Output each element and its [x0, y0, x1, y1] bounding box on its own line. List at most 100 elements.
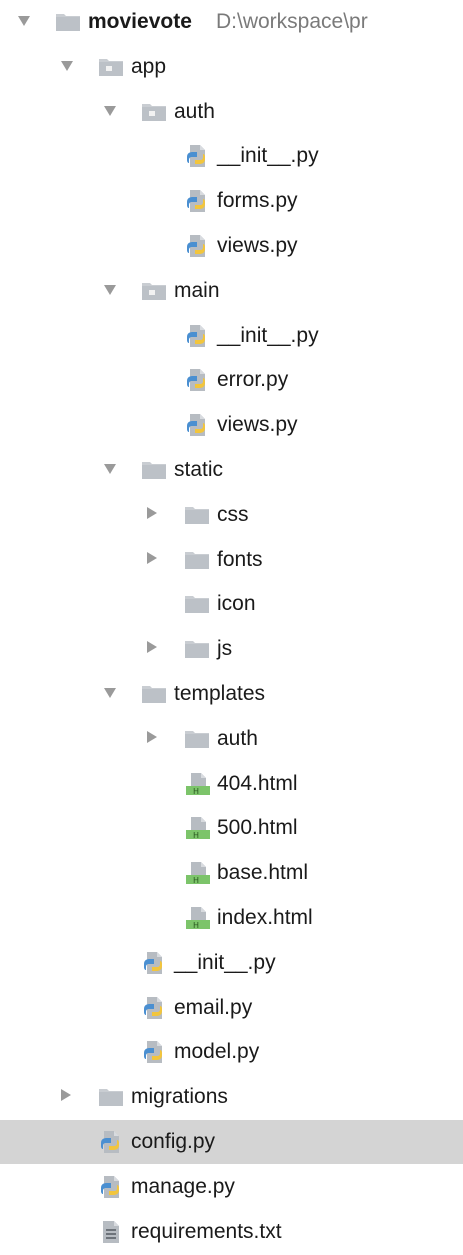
tree-row[interactable]: auth	[0, 90, 463, 134]
tree-item-label: model.py	[174, 1040, 260, 1064]
chevron-down-icon[interactable]	[61, 60, 73, 71]
tree-row[interactable]: app	[0, 45, 463, 89]
tree-row[interactable]: templates	[0, 672, 463, 716]
tree-item-label: 404.html	[217, 771, 298, 795]
tree-item-label: config.py	[131, 1130, 216, 1153]
tree-row[interactable]: model.py	[0, 1030, 463, 1074]
tree-row[interactable]: static	[0, 448, 463, 492]
tree-item-label: manage.py	[131, 1174, 235, 1198]
tree-row[interactable]: views.py	[0, 403, 463, 447]
chevron-down-icon[interactable]	[104, 284, 116, 295]
project-path: D:\workspace\pr	[216, 10, 368, 33]
html-file-icon: H	[184, 816, 210, 840]
tree-row[interactable]: movievote D:\workspace\pr	[0, 0, 463, 44]
tree-item-label: 500.html	[217, 816, 298, 840]
tree-row[interactable]: migrations	[0, 1075, 463, 1119]
chevron-right-icon[interactable]	[61, 1089, 71, 1102]
folder-icon	[55, 10, 81, 34]
tree-item-label: js	[217, 637, 233, 661]
tree-item-label: error.py	[217, 368, 289, 392]
tree-item-label: migrations	[131, 1085, 228, 1109]
folder-icon	[184, 503, 210, 527]
python-file-icon	[98, 1130, 124, 1154]
chevron-down-icon[interactable]	[104, 464, 116, 474]
tree-item-label: app	[131, 54, 167, 78]
chevron-down-icon[interactable]	[104, 688, 116, 698]
python-file-icon	[141, 1040, 167, 1064]
tree-item-label: __init__.py	[174, 950, 276, 974]
html-file-icon: H	[184, 861, 210, 885]
chevron-right-icon[interactable]	[147, 506, 157, 519]
package-folder-icon	[141, 279, 167, 303]
folder-icon	[184, 592, 210, 616]
svg-text:H: H	[193, 831, 199, 840]
tree-item-label: requirements.txt	[131, 1219, 282, 1243]
folder-icon	[98, 1085, 124, 1109]
html-file-icon: H	[184, 772, 210, 796]
tree-item-label: email.py	[174, 995, 253, 1019]
tree-item-label: static	[174, 458, 224, 481]
tree-row[interactable]: icon	[0, 582, 463, 626]
html-file-icon: H	[184, 906, 210, 930]
tree-row[interactable]: __init__.py	[0, 941, 463, 985]
tree-row[interactable]: H 404.html	[0, 762, 463, 806]
python-file-icon	[184, 368, 210, 392]
python-file-icon	[184, 234, 210, 258]
tree-item-label: icon	[217, 592, 256, 616]
tree-item-label: css	[217, 502, 249, 526]
folder-icon	[184, 727, 210, 751]
tree-row[interactable]: __init__.py	[0, 134, 463, 178]
folder-icon	[141, 682, 167, 706]
tree-item-label: templates	[174, 682, 266, 705]
folder-icon	[184, 637, 210, 661]
tree-item-label: main	[174, 278, 220, 302]
tree-row[interactable]: views.py	[0, 224, 463, 268]
chevron-down-icon[interactable]	[104, 105, 116, 116]
project-tree: movievote D:\workspace\pr app auth __init__.…	[0, 0, 463, 1255]
tree-item-label: movievote	[88, 10, 192, 33]
folder-icon	[141, 458, 167, 482]
tree-row[interactable]: H 500.html	[0, 806, 463, 850]
chevron-right-icon[interactable]	[147, 641, 157, 654]
tree-item-label: auth	[174, 99, 215, 123]
svg-text:H: H	[193, 876, 199, 885]
tree-row[interactable]: config.py	[0, 1120, 463, 1164]
chevron-right-icon[interactable]	[147, 730, 157, 743]
tree-row[interactable]: auth	[0, 717, 463, 761]
tree-row[interactable]: fonts	[0, 538, 463, 582]
package-folder-icon	[98, 55, 124, 79]
tree-item-label: __init__.py	[217, 144, 319, 168]
python-file-icon	[141, 996, 167, 1020]
tree-row[interactable]: __init__.py	[0, 314, 463, 358]
python-file-icon	[141, 951, 167, 975]
tree-row[interactable]: email.py	[0, 986, 463, 1030]
tree-row[interactable]: forms.py	[0, 179, 463, 223]
python-file-icon	[184, 413, 210, 437]
chevron-right-icon[interactable]	[147, 551, 157, 564]
svg-text:H: H	[193, 921, 199, 930]
package-folder-icon	[141, 100, 167, 124]
tree-row[interactable]: main	[0, 269, 463, 313]
python-file-icon	[184, 144, 210, 168]
tree-row[interactable]: js	[0, 627, 463, 671]
tree-row[interactable]: manage.py	[0, 1165, 463, 1209]
chevron-down-icon[interactable]	[18, 16, 30, 26]
tree-item-label: fonts	[217, 547, 263, 571]
python-file-icon	[98, 1175, 124, 1199]
tree-item-label: index.html	[217, 906, 313, 929]
tree-row[interactable]: requirements.txt	[0, 1210, 463, 1254]
folder-icon	[184, 548, 210, 572]
tree-item-label: forms.py	[217, 189, 298, 213]
tree-item-label: base.html	[217, 861, 309, 885]
tree-row[interactable]: Hbase.html	[0, 851, 463, 895]
python-file-icon	[184, 189, 210, 213]
tree-row[interactable]: css	[0, 493, 463, 537]
tree-item-label: views.py	[217, 234, 298, 257]
tree-row[interactable]: Hindex.html	[0, 896, 463, 940]
tree-row[interactable]: error.py	[0, 358, 463, 402]
python-file-icon	[184, 324, 210, 348]
tree-item-label: auth	[217, 726, 258, 750]
text-file-icon	[98, 1220, 124, 1244]
svg-text:H: H	[193, 787, 199, 796]
tree-item-label: views.py	[217, 413, 298, 437]
